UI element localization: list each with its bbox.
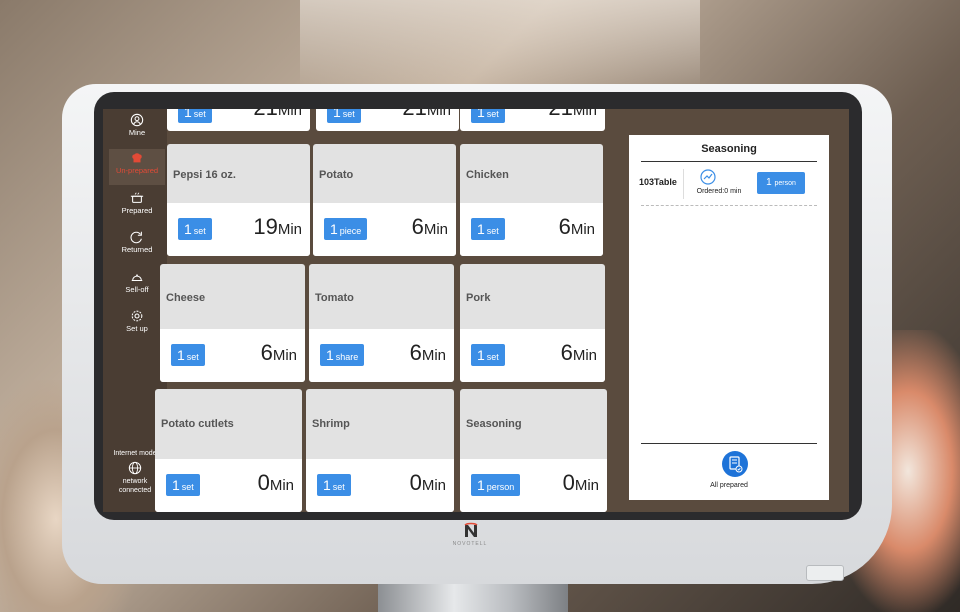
order-card[interactable]: Seasoning 1 person 0Min xyxy=(460,389,607,512)
dish-name: Pepsi 16 oz. xyxy=(173,169,236,181)
brand-logo-text: NOVOTELL xyxy=(452,541,488,547)
order-card[interactable]: Pepsi 16 oz. 1 set 19Min xyxy=(167,144,310,256)
elapsed-time: 0Min xyxy=(257,470,294,495)
globe-icon xyxy=(128,461,142,475)
sidebar-item-label: Sell-off xyxy=(125,285,149,294)
divider xyxy=(641,161,817,162)
dish-detail-panel: Seasoning 103Table Ordered:0 min 1 perso… xyxy=(629,135,829,500)
checklist-icon xyxy=(729,456,743,473)
quantity-badge: 1 set xyxy=(166,474,200,496)
dish-name: Potato cutlets xyxy=(161,418,234,430)
order-card[interactable]: Potato 1 piece 6Min xyxy=(313,144,456,256)
sidebar-item-label: Returned xyxy=(121,245,153,254)
sidebar-item-label: Mine xyxy=(128,128,146,137)
clock-icon xyxy=(700,169,716,185)
quantity-badge: 1 person xyxy=(471,474,521,496)
order-card-partial[interactable]: 1set 21Min xyxy=(316,109,459,131)
sidebar-item-label: Set up xyxy=(126,324,148,333)
elapsed-time: 21Min xyxy=(402,109,451,120)
order-card[interactable]: Potato cutlets 1 set 0Min xyxy=(155,389,302,512)
kitchen-display-screen: Mine Un-prepared Prepared Returned Sell-… xyxy=(103,109,849,512)
elapsed-time: 0Min xyxy=(409,470,446,495)
dish-name: Shrimp xyxy=(312,418,350,430)
dish-name: Tomato xyxy=(315,292,354,304)
user-icon xyxy=(130,113,144,127)
sidebar-item-label: Un-prepared xyxy=(115,166,159,175)
dish-name: Potato xyxy=(319,169,354,181)
power-button[interactable] xyxy=(806,565,844,581)
all-prepared-label: All prepared xyxy=(710,482,748,489)
chef-icon xyxy=(132,153,142,163)
elapsed-time: 6Min xyxy=(558,214,595,239)
elapsed-time: 19Min xyxy=(253,214,302,239)
table-order-row[interactable]: 103Table Ordered:0 min 1 person xyxy=(629,165,829,205)
background-light-blur xyxy=(300,0,700,90)
order-card[interactable]: Pork 1 set 6Min xyxy=(460,264,605,382)
dish-name: Pork xyxy=(466,292,491,304)
order-card[interactable]: Shrimp 1 set 0Min xyxy=(306,389,454,512)
quantity-badge: 1 piece xyxy=(324,218,368,240)
quantity-badge: 1 set xyxy=(317,474,351,496)
quantity-badge: 1 set xyxy=(471,109,505,123)
order-card[interactable]: Cheese 1 set 6Min xyxy=(160,264,305,382)
quantity-badge: 1 set xyxy=(171,344,205,366)
quantity-badge: 1 set xyxy=(327,109,361,123)
order-card[interactable]: Chicken 1 set 6Min xyxy=(460,144,603,256)
sidebar-item-label: Prepared xyxy=(121,206,153,215)
elapsed-time: 21Min xyxy=(253,109,302,120)
order-card-partial[interactable]: 1set 21Min xyxy=(167,109,310,131)
brand-logo-icon xyxy=(464,522,478,537)
all-prepared-button[interactable] xyxy=(722,451,748,477)
quantity-badge[interactable]: 1 person xyxy=(757,172,805,194)
cloche-icon xyxy=(131,274,143,282)
elapsed-time: 6Min xyxy=(409,340,446,365)
pot-icon xyxy=(130,192,144,203)
order-card[interactable]: Tomato 1 share 6Min xyxy=(309,264,454,382)
quantity-badge: 1 set xyxy=(471,344,505,366)
divider xyxy=(641,205,817,206)
table-number: 103Table xyxy=(639,177,677,187)
divider xyxy=(641,443,817,444)
order-card-partial[interactable]: 1set 21Min xyxy=(460,109,605,131)
elapsed-time: 6Min xyxy=(411,214,448,239)
gear-icon xyxy=(131,310,143,322)
dish-name: Seasoning xyxy=(466,418,522,430)
panel-title: Seasoning xyxy=(701,143,757,155)
ordered-time: Ordered:0 min xyxy=(696,188,742,195)
elapsed-time: 21Min xyxy=(548,109,597,120)
quantity-badge: 1 set xyxy=(178,218,212,240)
dish-name: Cheese xyxy=(166,292,206,304)
elapsed-time: 6Min xyxy=(560,340,597,365)
quantity-badge: 1 set xyxy=(178,109,212,123)
divider xyxy=(683,169,684,199)
elapsed-time: 6Min xyxy=(260,340,297,365)
order-card-grid: 1set 21Min 1set 21Min 1set 21Min Pepsi 1… xyxy=(155,109,607,512)
quantity-badge: 1 set xyxy=(471,218,505,240)
dish-name: Chicken xyxy=(466,169,509,181)
return-icon xyxy=(130,231,142,244)
quantity-badge: 1 share xyxy=(320,344,365,366)
elapsed-time: 0Min xyxy=(562,470,599,495)
